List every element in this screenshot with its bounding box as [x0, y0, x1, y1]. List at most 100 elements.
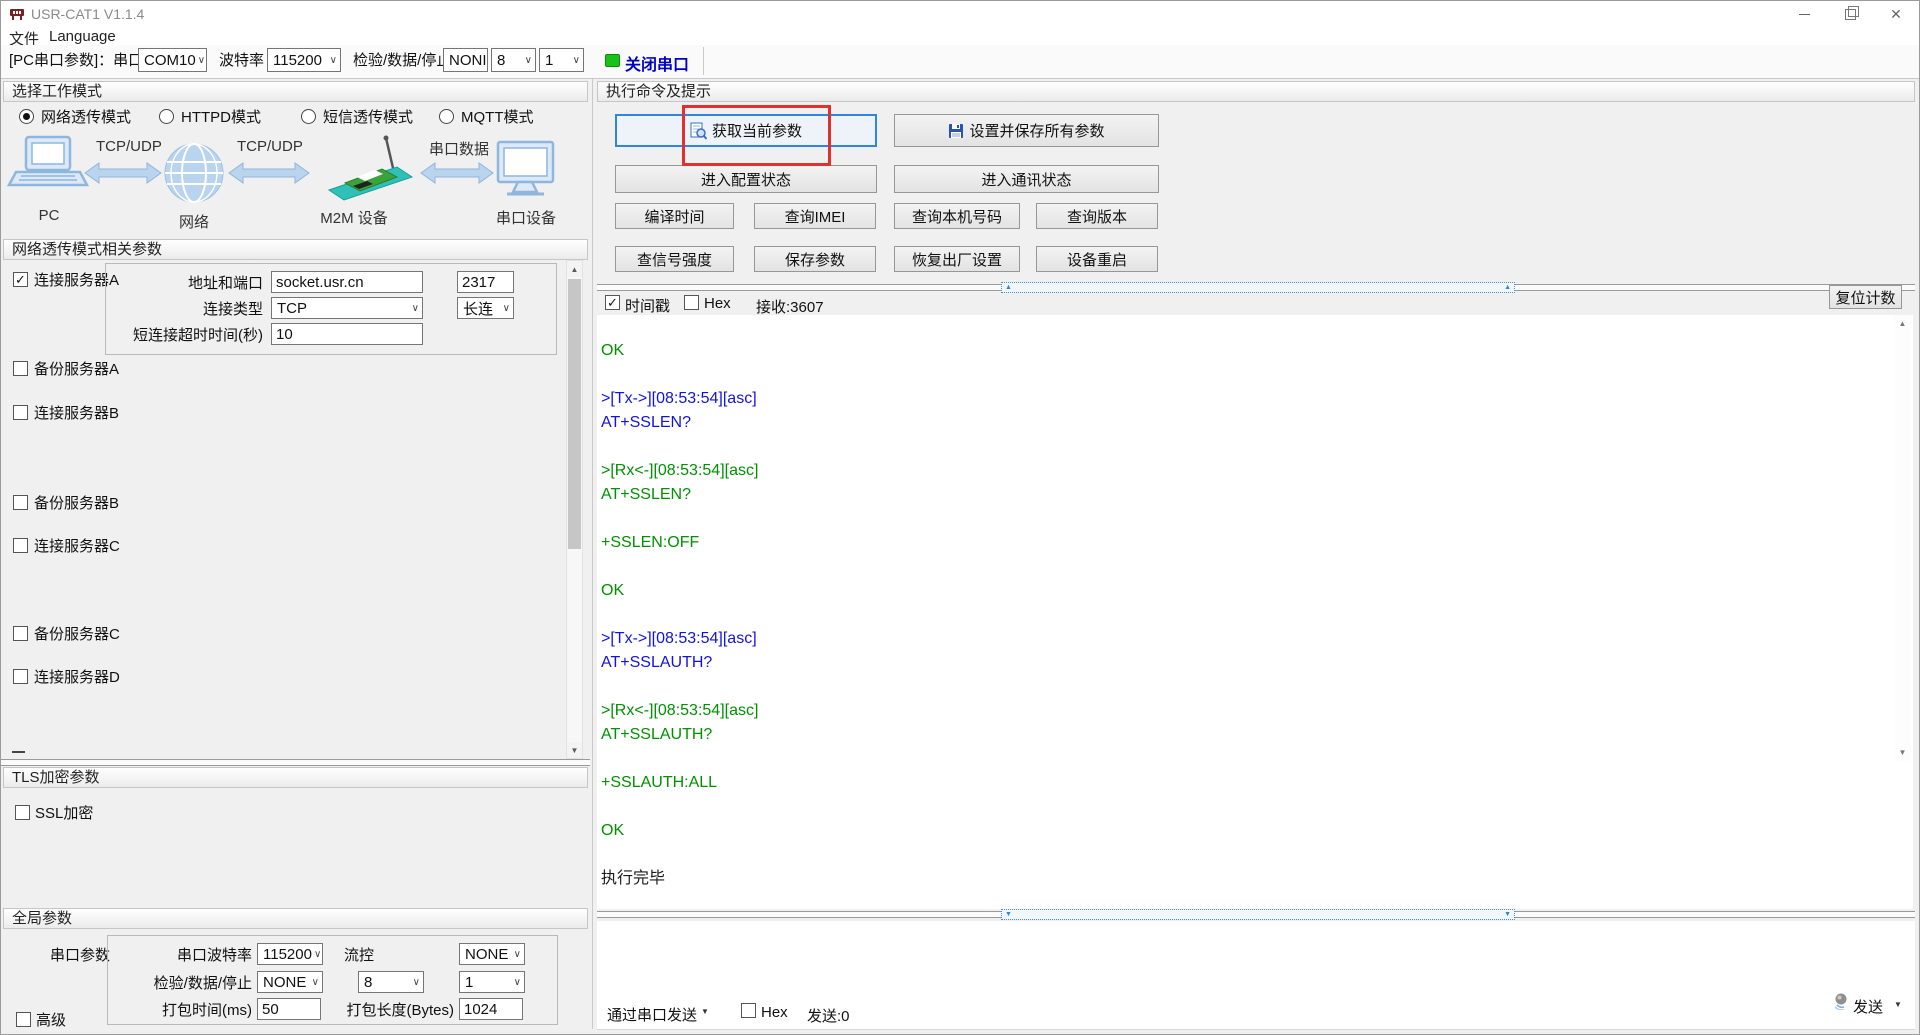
tx-hex-checkbox[interactable] [741, 1003, 756, 1018]
dropdown-arrow-icon[interactable]: ▼ [1894, 1000, 1902, 1009]
device-restart-button[interactable]: 设备重启 [1036, 246, 1158, 272]
get-params-button[interactable]: 获取当前参数 [615, 114, 877, 147]
pack-len-input[interactable] [459, 998, 523, 1020]
splitter-arrow-icon: ▼ [1504, 911, 1511, 918]
serial-params-label: 串口参数 [50, 947, 111, 964]
log-line: AT+SSLEN? [601, 414, 691, 431]
parity-select[interactable]: NONI∨ [443, 48, 488, 72]
receive-log[interactable]: OK >[Tx->][08:53:54][asc] AT+SSLEN? >[Rx<-]… [597, 315, 1913, 909]
enter-config-button[interactable]: 进入配置状态 [615, 165, 877, 193]
scroll-up-icon[interactable]: ▲ [567, 261, 582, 277]
chevron-down-icon: ∨ [412, 976, 420, 988]
send-via-serial-button[interactable]: 通过串口发送 [607, 1004, 697, 1025]
query-signal-button[interactable]: 查信号强度 [615, 246, 734, 272]
work-mode-header-label: 选择工作模式 [12, 83, 103, 100]
server-a-checkbox[interactable] [13, 272, 28, 287]
scrollbar-thumb[interactable] [568, 279, 581, 549]
backup-server-b-checkbox[interactable] [13, 495, 28, 510]
close-icon: ✕ [1890, 5, 1902, 22]
factory-reset-label: 恢复出厂设置 [911, 251, 1002, 269]
advanced-checkbox[interactable] [16, 1012, 31, 1027]
flow-select[interactable]: NONE ∨ [459, 943, 525, 965]
menu-language[interactable]: Language [49, 28, 116, 45]
close-button[interactable]: ✕ [1873, 1, 1919, 27]
radio-net-passthrough-label: 网络透传模式 [41, 109, 132, 126]
server-d-checkbox[interactable] [13, 669, 28, 684]
radio-sms-passthrough-mode[interactable] [301, 109, 316, 124]
databits-select[interactable]: 8 ∨ [491, 48, 536, 72]
baud-label: 波特率 [219, 52, 265, 69]
log-line: AT+SSLAUTH? [601, 654, 713, 671]
dropdown-arrow-icon[interactable]: ▼ [701, 1007, 709, 1016]
compile-time-button[interactable]: 编译时间 [615, 203, 734, 229]
close-port-button[interactable]: 关闭串口 [625, 51, 689, 75]
log-line: >[Rx<-][08:53:54][asc] [601, 462, 759, 479]
window-title: USR-CAT1 V1.1.4 [31, 6, 145, 22]
radio-mqtt-mode[interactable] [439, 109, 454, 124]
network-globe-icon [164, 143, 224, 203]
log-scrollbar[interactable]: ▲ ▼ [1894, 315, 1911, 761]
advanced-label: 高级 [36, 1012, 67, 1029]
g-stopbits-value: 1 [465, 973, 474, 991]
server-a-address-input[interactable] [271, 271, 423, 293]
timestamp-checkbox[interactable] [605, 295, 620, 310]
chevron-down-icon: ∨ [513, 948, 521, 960]
enter-comm-button[interactable]: 进入通讯状态 [894, 165, 1159, 193]
scroll-down-icon[interactable]: ▼ [567, 742, 582, 758]
com-port-select[interactable]: COM10 ∨ [138, 48, 207, 72]
toolbar-divider [1, 78, 1919, 79]
tls-header: TLS加密参数 [3, 767, 588, 788]
net-params-scrollbar[interactable]: ▲ ▼ [566, 260, 583, 759]
ssl-checkbox[interactable] [15, 805, 30, 820]
query-version-button[interactable]: 查询版本 [1036, 203, 1158, 229]
restore-icon [1844, 5, 1859, 20]
radio-httpd-mode[interactable] [159, 109, 174, 124]
short-timeout-input[interactable] [271, 323, 423, 345]
reset-count-button[interactable]: 复位计数 [1829, 285, 1902, 309]
query-number-button[interactable]: 查询本机号码 [894, 203, 1020, 229]
splitter-handle[interactable]: ▼ ▼ [1001, 909, 1515, 920]
g-parity-select[interactable]: NONE ∨ [257, 971, 323, 993]
log-line: 执行完毕 [601, 870, 666, 887]
log-line: >[Tx->][08:53:54][asc] [601, 390, 757, 407]
factory-reset-button[interactable]: 恢复出厂设置 [894, 246, 1020, 272]
backup-server-b-label: 备份服务器B [34, 495, 120, 512]
scroll-up-icon[interactable]: ▲ [1894, 315, 1911, 328]
baud-select[interactable]: 115200 ∨ [267, 48, 341, 72]
radio-net-passthrough-mode[interactable] [19, 109, 34, 124]
set-save-params-label: 设置并保存所有参数 [969, 123, 1105, 140]
splitter-handle[interactable]: ▲ ▲ [1001, 282, 1515, 293]
server-a-port-input[interactable] [457, 271, 514, 293]
link1-label: TCP/UDP [96, 138, 162, 155]
maximize-button[interactable] [1827, 1, 1873, 27]
baud-value: 115200 [273, 51, 322, 69]
g-stopbits-select[interactable]: 1 ∨ [459, 971, 525, 993]
send-area[interactable] [597, 921, 1915, 1029]
server-c-checkbox[interactable] [13, 538, 28, 553]
minimize-button[interactable] [1781, 1, 1827, 27]
keepalive-select[interactable]: 长连 ∨ [457, 297, 514, 319]
pc-serial-label: [PC串口参数]：串口号 [9, 52, 159, 69]
query-imei-button[interactable]: 查询IMEI [754, 203, 876, 229]
backup-server-a-checkbox[interactable] [13, 361, 28, 376]
save-params-button[interactable]: 保存参数 [754, 246, 876, 272]
pack-time-input[interactable] [257, 998, 321, 1020]
stopbits-select[interactable]: 1 ∨ [539, 48, 584, 72]
title-bar: USR-CAT1 V1.1.4 ✕ [1, 1, 1919, 27]
conn-type-label: 连接类型 [202, 301, 263, 318]
g-databits-select[interactable]: 8 ∨ [358, 971, 424, 993]
rx-hex-checkbox[interactable] [684, 295, 699, 310]
set-save-params-button[interactable]: 设置并保存所有参数 [894, 114, 1159, 147]
enter-comm-label: 进入通讯状态 [981, 171, 1072, 189]
scroll-down-icon[interactable]: ▼ [1894, 748, 1911, 757]
conn-type-select[interactable]: TCP ∨ [271, 297, 423, 319]
server-b-checkbox[interactable] [13, 405, 28, 420]
backup-server-c-checkbox[interactable] [13, 626, 28, 641]
flow-label: 流控 [343, 947, 374, 964]
arrow-icon [420, 162, 494, 184]
send-button[interactable]: 发送 [1853, 996, 1883, 1017]
